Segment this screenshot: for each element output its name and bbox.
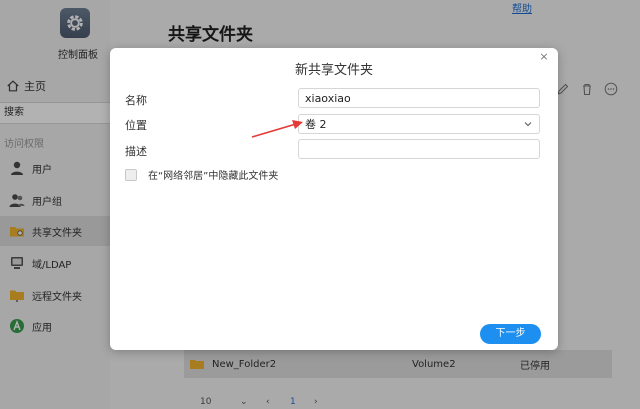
dialog-title: 新共享文件夹	[294, 63, 373, 78]
close-icon[interactable]: ×	[538, 51, 550, 63]
name-input[interactable]	[299, 89, 539, 107]
description-input[interactable]	[299, 140, 539, 158]
new-shared-folder-dialog: 新共享文件夹 × 名称 位置 卷 2 描述 在“网络邻居”中隐藏此文件夹 下一步	[110, 48, 558, 350]
location-select[interactable]: 卷 2	[298, 114, 540, 134]
next-button[interactable]: 下一步	[480, 324, 541, 344]
name-field	[298, 88, 540, 108]
location-label: 位置	[125, 119, 147, 132]
control-panel-window: 控制面板 主页 访问权限 用户 用户组 共享文件	[0, 0, 640, 409]
hide-folder-label: 在“网络邻居”中隐藏此文件夹	[148, 171, 279, 182]
hide-folder-checkbox[interactable]	[125, 168, 137, 181]
location-value: 卷 2	[305, 118, 327, 131]
hide-folder-option: 在“网络邻居”中隐藏此文件夹	[125, 167, 278, 182]
name-label: 名称	[125, 94, 147, 107]
description-field	[298, 139, 540, 159]
chevron-down-icon	[524, 122, 532, 127]
description-label: 描述	[125, 145, 147, 158]
